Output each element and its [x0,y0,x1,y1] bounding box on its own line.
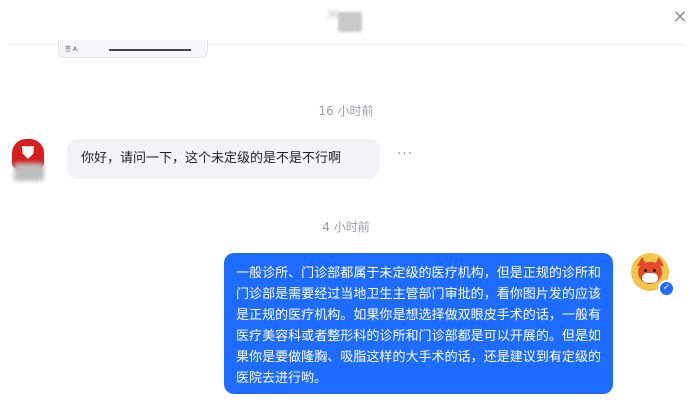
incoming-message-bubble[interactable]: 你好，请问一下，这个未定级的是不是不行啊 [67,139,380,179]
signature-line [109,49,191,51]
brand-glyph-icon: ⛊ [21,143,34,162]
fox-snout [642,273,658,283]
contact-avatar[interactable]: ⛊ [12,139,48,183]
timestamp-1: 16 小时前 [318,104,374,118]
title-bar: ✕ [0,0,692,44]
fox-eye-right [653,269,656,272]
close-button[interactable]: ✕ [670,8,690,28]
fox-eye-left [644,269,647,272]
previous-message-card[interactable]: 签 A: [58,40,208,58]
user-avatar[interactable]: ✓ [631,253,675,297]
timestamp-2: 4 小时前 [322,220,370,234]
verified-check-icon: ✓ [658,280,675,297]
more-options-icon[interactable]: ··· [396,147,414,166]
blurred-avatar-area [14,163,44,181]
blurred-title-fragment [328,10,338,18]
previous-card-label: 签 A: [65,46,79,53]
outgoing-message-bubble[interactable]: 一般诊所、门诊部都属于未定级的医疗机构，但是正规的诊所和门诊部是需要经过当地卫生… [224,253,613,394]
blurred-contact-name [338,12,362,32]
